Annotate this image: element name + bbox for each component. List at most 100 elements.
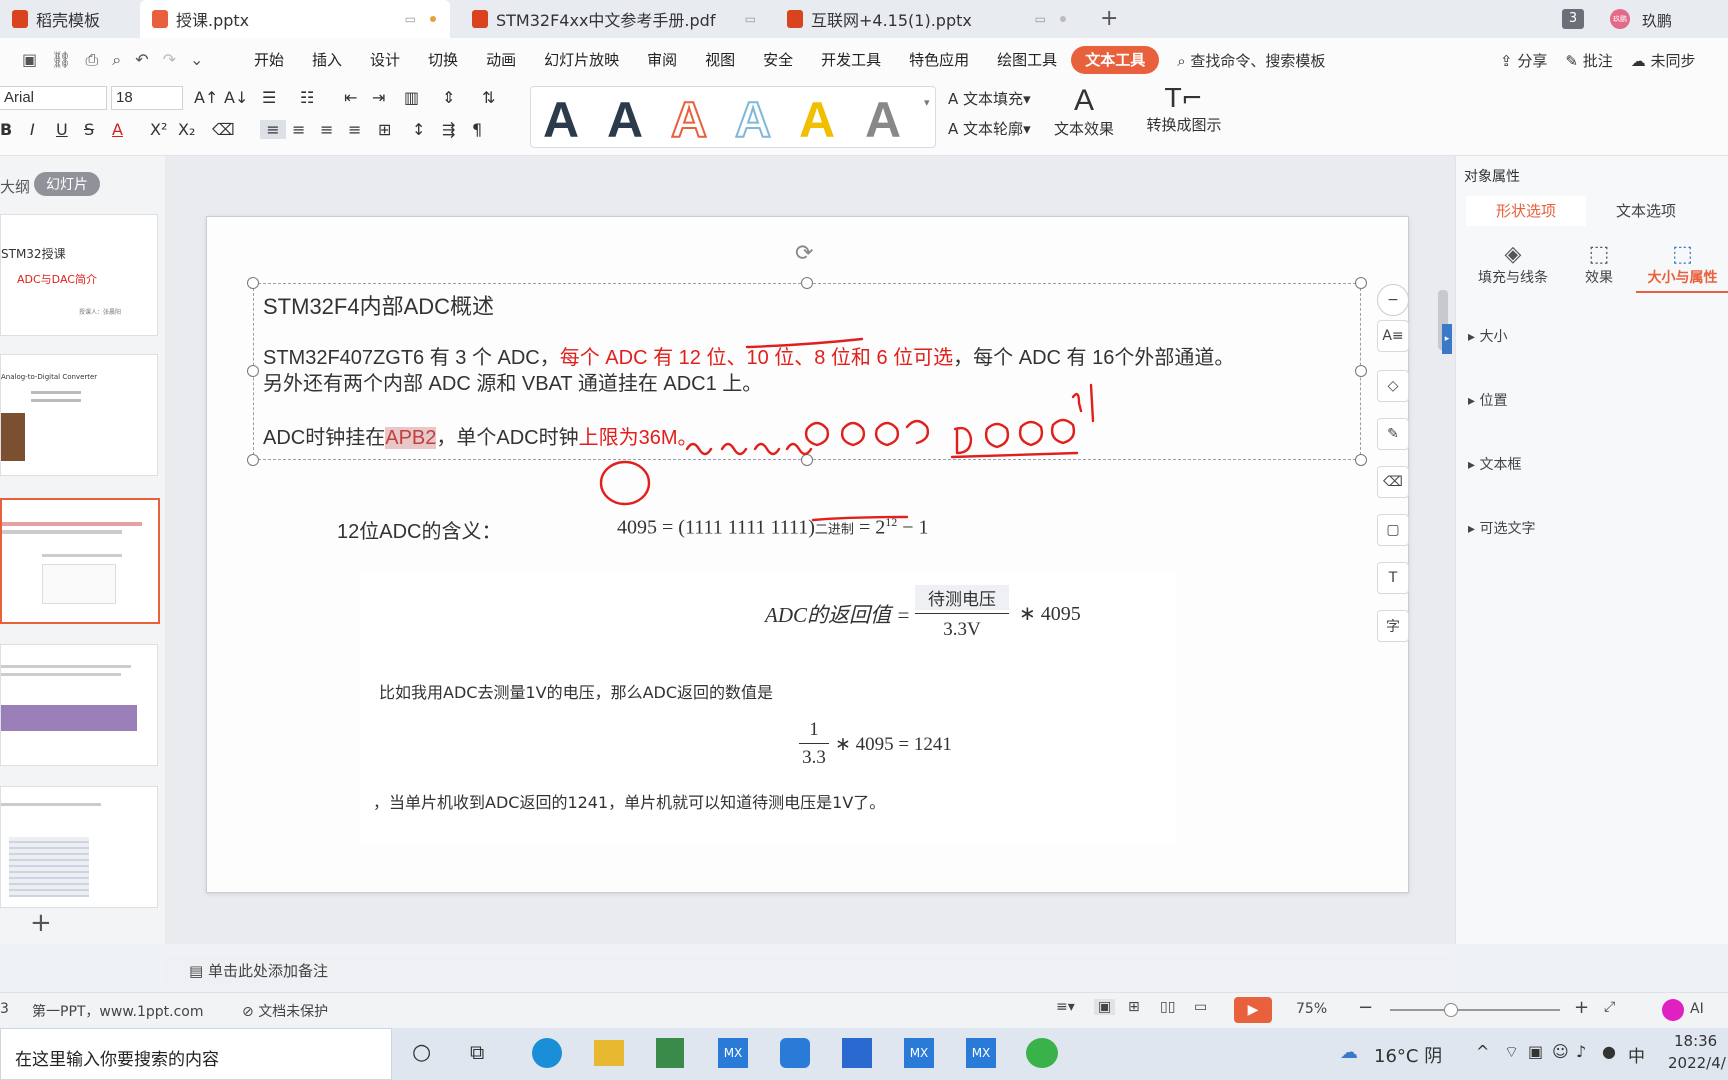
slide-thumbnail-2[interactable]: Analog-to-Digital Converter xyxy=(0,354,158,476)
text-style-option[interactable]: A xyxy=(543,91,579,149)
text-effect-button[interactable]: A 文本效果 xyxy=(1048,84,1120,139)
menu-home[interactable]: 开始 xyxy=(240,46,298,74)
app-icon[interactable] xyxy=(656,1038,684,1068)
menu-transitions[interactable]: 切换 xyxy=(414,46,472,74)
notes-area[interactable]: ▤ 单击此处添加备注 xyxy=(165,956,1455,986)
tab-internet-plus-pptx[interactable]: 互联网+4.15(1).pptx ▭ xyxy=(775,0,1080,38)
print-icon[interactable]: ⎙ xyxy=(85,50,98,70)
text-direction-icon[interactable]: ⇅ xyxy=(482,88,495,107)
ime-indicator[interactable]: 中 xyxy=(1628,1042,1645,1067)
volume-icon[interactable]: ♪ xyxy=(1576,1042,1586,1061)
redo-icon[interactable]: ↷ xyxy=(163,50,176,70)
text-fill-button[interactable]: A 文本填充 ▾ xyxy=(948,88,1031,109)
command-search[interactable]: ⌕ 查找命令、搜索模板 xyxy=(1177,50,1325,71)
menu-developer[interactable]: 开发工具 xyxy=(807,46,895,74)
protection-status[interactable]: ⊘ 文档未保护 xyxy=(242,1001,328,1021)
slide-thumbnail-1[interactable]: STM32授课 ADC与DAC简介 授课人：张晨阳 xyxy=(0,214,158,336)
paragraph-settings-icon[interactable]: ¶ xyxy=(472,120,482,139)
strikethrough-icon[interactable]: S xyxy=(84,120,94,139)
task-view-icon[interactable]: ⧉ xyxy=(470,1040,484,1064)
zoom-slider[interactable] xyxy=(1390,1009,1560,1011)
print-preview-icon[interactable]: ⌕ xyxy=(112,50,121,70)
text-outline-button[interactable]: A 文本轮廓 ▾ xyxy=(948,118,1031,139)
tab-text-options[interactable]: 文本选项 xyxy=(1586,196,1706,226)
layers-icon[interactable]: ◇ xyxy=(1377,370,1409,402)
clock-time[interactable]: 18:36 xyxy=(1674,1032,1717,1050)
columns-icon[interactable]: ▥ xyxy=(404,88,419,107)
menu-slideshow[interactable]: 幻灯片放映 xyxy=(530,46,633,74)
taskbar-search-box[interactable]: 在这里输入你要搜索的内容 xyxy=(0,1028,392,1080)
justify-icon[interactable]: ≡ xyxy=(348,120,361,139)
save-icon[interactable]: ▣ xyxy=(22,50,37,70)
text-style-option[interactable]: A xyxy=(799,91,835,149)
text-layout-icon[interactable]: A≡ xyxy=(1377,320,1409,352)
menu-drawing-tools[interactable]: 绘图工具 xyxy=(983,46,1071,74)
mx-app-icon[interactable]: MX xyxy=(718,1038,748,1068)
effect-option[interactable]: ⬚ 效果 xyxy=(1564,242,1634,287)
share-button[interactable]: ⇪ 分享 xyxy=(1500,50,1547,71)
character-icon[interactable]: 字 xyxy=(1377,610,1409,642)
indent-icon[interactable]: ⇶ xyxy=(442,120,455,139)
add-slide-icon[interactable]: + xyxy=(30,908,52,938)
cortana-icon[interactable]: ○ xyxy=(412,1040,431,1065)
zoom-slider-thumb[interactable] xyxy=(1444,1003,1458,1017)
normal-view-icon[interactable]: ▣ xyxy=(1094,999,1116,1015)
gallery-expand-icon[interactable]: ▾ xyxy=(924,96,930,109)
monitor-icon[interactable]: ▭ xyxy=(745,12,756,26)
line-spacing-icon[interactable]: ⇕ xyxy=(442,88,455,107)
collapse-icon[interactable]: − xyxy=(1377,284,1409,316)
distributed-icon[interactable]: ⊞ xyxy=(378,120,391,139)
avatar[interactable]: 玖鹏 xyxy=(1610,9,1630,29)
eraser-icon[interactable]: ⌫ xyxy=(1377,466,1409,498)
new-tab-plus-icon[interactable]: + xyxy=(1100,6,1118,31)
notes-placeholder[interactable]: ▤ 单击此处添加备注 xyxy=(189,960,328,981)
fit-window-icon[interactable]: ⤢ xyxy=(1604,999,1615,1015)
reading-view-icon[interactable]: ▯▯ xyxy=(1160,999,1175,1015)
menu-animations[interactable]: 动画 xyxy=(472,46,530,74)
menu-insert[interactable]: 插入 xyxy=(298,46,356,74)
decrease-indent-icon[interactable]: ⇤ xyxy=(344,88,357,107)
section-text-box[interactable]: ▸ 文本框 xyxy=(1468,454,1521,474)
tray-app-icon[interactable]: ☺ xyxy=(1552,1042,1569,1061)
convert-smartart-button[interactable]: T⌐ 转换成图示 xyxy=(1140,84,1228,135)
user-name[interactable]: 玖鹏 xyxy=(1642,10,1672,31)
paragraph-spacing-icon[interactable]: ↕ xyxy=(412,120,425,139)
play-slideshow-button[interactable]: ▶ xyxy=(1234,997,1272,1023)
increase-indent-icon[interactable]: ⇥ xyxy=(372,88,385,107)
menu-features[interactable]: 特色应用 xyxy=(895,46,983,74)
microphone-icon[interactable]: ● xyxy=(1602,1042,1616,1061)
slide-thumbnail-3[interactable] xyxy=(0,498,160,624)
clear-format-icon[interactable]: ⌫ xyxy=(212,120,235,139)
section-size[interactable]: ▸ 大小 xyxy=(1468,326,1507,346)
network-icon[interactable]: ⌔ xyxy=(1504,1042,1519,1062)
ai-assistant-icon[interactable] xyxy=(1662,999,1684,1021)
menu-design[interactable]: 设计 xyxy=(356,46,414,74)
section-alt-text[interactable]: ▸ 可选文字 xyxy=(1468,518,1535,538)
menu-security[interactable]: 安全 xyxy=(749,46,807,74)
app-icon[interactable] xyxy=(842,1038,872,1068)
grow-font-icon[interactable]: A↑ xyxy=(194,88,218,107)
slide-thumbnail-4[interactable] xyxy=(0,644,158,766)
numbered-list-icon[interactable]: ☷ xyxy=(300,88,314,107)
theme-name[interactable]: 第一PPT，www.1ppt.com xyxy=(32,1001,203,1021)
align-right-icon[interactable]: ≡ xyxy=(320,120,333,139)
align-center-icon[interactable]: ≡ xyxy=(292,120,305,139)
panel-title[interactable]: 对象属性 xyxy=(1464,166,1520,186)
tray-app-icon[interactable]: ▣ xyxy=(1528,1042,1543,1061)
fill-and-line-option[interactable]: ◈ 填充与线条 xyxy=(1468,242,1558,287)
annotate-button[interactable]: ✎ 批注 xyxy=(1565,50,1612,71)
outline-tab[interactable]: 大纲 xyxy=(0,176,30,197)
tab-shape-options[interactable]: 形状选项 xyxy=(1466,196,1586,226)
tray-chevron-icon[interactable]: ^ xyxy=(1476,1042,1489,1061)
slide-sorter-icon[interactable]: ⊞ xyxy=(1128,999,1140,1015)
bullet-list-icon[interactable]: ☰ xyxy=(262,88,276,107)
file-explorer-icon[interactable] xyxy=(594,1040,624,1066)
ai-label[interactable]: AI xyxy=(1690,1001,1704,1017)
zoom-level[interactable]: 75% xyxy=(1296,1001,1327,1017)
weather-icon[interactable]: ☁ xyxy=(1340,1042,1358,1063)
text-style-option[interactable]: A xyxy=(607,91,643,149)
weather-text[interactable]: 16°C 阴 xyxy=(1374,1042,1442,1068)
bold-icon[interactable]: B xyxy=(0,120,12,139)
edge-browser-icon[interactable] xyxy=(532,1038,562,1068)
text-style-option[interactable]: A xyxy=(865,91,901,149)
